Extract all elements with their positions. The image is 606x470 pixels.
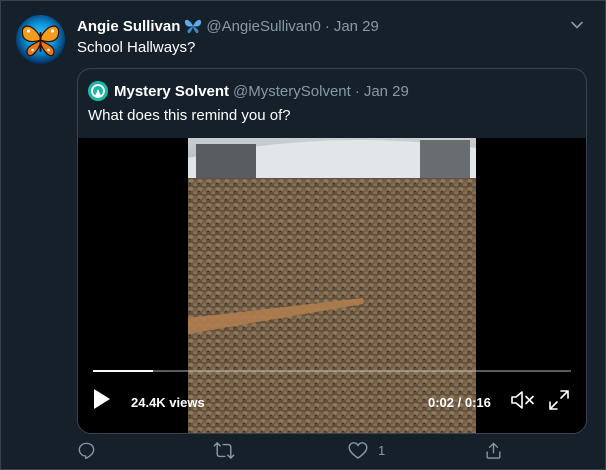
- reply-icon: [78, 442, 95, 459]
- like-button[interactable]: 1: [348, 440, 385, 460]
- author-name[interactable]: Angie Sullivan: [77, 18, 180, 35]
- quoted-author-handle[interactable]: @MysterySolvent: [233, 83, 351, 100]
- butterfly-emoji-icon: [184, 18, 202, 34]
- like-count: 1: [378, 442, 386, 458]
- tweet-card[interactable]: Angie Sullivan @AngieSullivan0 · Jan 29 …: [0, 0, 606, 470]
- tweet-header: Angie Sullivan @AngieSullivan0 · Jan 29: [77, 16, 379, 36]
- retweet-icon: [213, 441, 235, 459]
- reply-button[interactable]: [77, 440, 106, 460]
- quoted-avatar-icon: [88, 81, 108, 101]
- retweet-button[interactable]: [213, 440, 245, 460]
- butterfly-avatar-icon: [21, 25, 60, 57]
- share-icon: [486, 442, 501, 459]
- quoted-author-name[interactable]: Mystery Solvent: [114, 83, 229, 100]
- video-progress-fill: [93, 370, 153, 372]
- quoted-tweet-header: Mystery Solvent @MysterySolvent · Jan 29: [88, 81, 409, 101]
- video-thumbnail: [188, 138, 476, 433]
- quoted-tweet-text: What does this remind you of?: [88, 107, 291, 124]
- quoted-date[interactable]: Jan 29: [364, 83, 409, 100]
- avatar[interactable]: [16, 15, 65, 64]
- quoted-tweet[interactable]: Mystery Solvent @MysterySolvent · Jan 29…: [77, 68, 587, 434]
- heart-icon: [348, 441, 368, 459]
- quoted-separator-dot: ·: [354, 82, 360, 100]
- view-count: 24.4K views: [131, 395, 205, 410]
- author-handle[interactable]: @AngieSullivan0: [206, 18, 320, 35]
- mute-icon[interactable]: [510, 389, 536, 411]
- more-options-chevron-down-icon[interactable]: [567, 15, 587, 35]
- tweet-date[interactable]: Jan 29: [334, 18, 379, 35]
- video-progress-bar[interactable]: [93, 370, 571, 372]
- quoted-avatar: [88, 81, 108, 101]
- video-time: 0:02 / 0:16: [428, 395, 491, 410]
- separator-dot: ·: [324, 17, 330, 35]
- share-button[interactable]: [484, 440, 513, 460]
- fullscreen-icon[interactable]: [548, 389, 570, 411]
- play-icon[interactable]: [93, 388, 115, 410]
- tweet-actions: 1: [77, 438, 507, 462]
- video-frame: [188, 138, 476, 433]
- video-player[interactable]: 24.4K views 0:02 / 0:16: [78, 138, 586, 433]
- tweet-text: School Hallways?: [77, 39, 196, 56]
